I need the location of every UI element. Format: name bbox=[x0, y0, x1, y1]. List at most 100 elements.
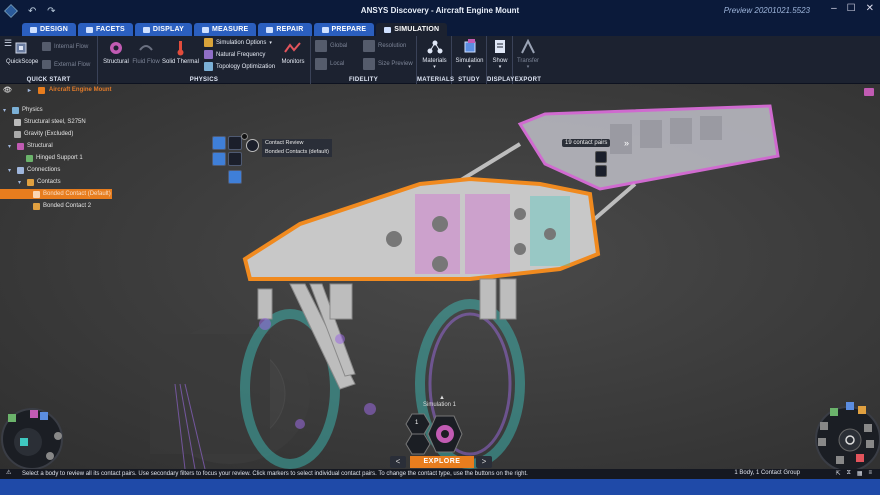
facets-icon bbox=[86, 26, 94, 33]
tree-item-structural[interactable]: ▾ Structural bbox=[8, 141, 53, 151]
tree-item-hinged-support[interactable]: Hinged Support 1 bbox=[26, 153, 83, 163]
contact-filter-button-4[interactable] bbox=[228, 152, 242, 166]
previous-stage-button[interactable]: < bbox=[390, 456, 406, 468]
contacts-icon bbox=[27, 178, 34, 186]
tree-item-material[interactable]: Structural steel, S275N bbox=[14, 117, 86, 127]
next-stage-button[interactable]: > bbox=[476, 456, 492, 468]
simulation-options-button[interactable]: Simulation Options ▾ bbox=[204, 38, 272, 47]
topology-optimization-button[interactable]: Topology Optimization bbox=[204, 62, 275, 71]
materials-button[interactable]: Materials ▾ bbox=[419, 39, 450, 70]
contact-filter-button-1[interactable] bbox=[212, 136, 226, 150]
simulation-label: Simulation 1 bbox=[423, 402, 457, 408]
repair-icon bbox=[266, 26, 274, 33]
tab-facets[interactable]: Facets bbox=[78, 23, 133, 36]
explore-mode-label[interactable]: EXPLORE bbox=[410, 456, 474, 468]
expand-pairs-icon[interactable]: » bbox=[624, 138, 629, 148]
tree-item-bonded-contact-default[interactable]: Bonded Contact (Default) bbox=[0, 189, 112, 199]
group-label-fidelity: FIDELITY bbox=[348, 77, 379, 83]
status-menu-icon[interactable]: ≡ bbox=[868, 470, 872, 477]
3d-viewport[interactable]: 👁 ▸ Aircraft Engine Mount ▾ Physics Struc… bbox=[0, 84, 880, 469]
physics-icon bbox=[12, 106, 19, 114]
tab-measure[interactable]: Measure bbox=[193, 23, 257, 36]
contact-pairs-count[interactable]: 19 contact pairs bbox=[562, 139, 611, 147]
group-label-export: EXPORT bbox=[514, 77, 542, 83]
group-label-quick-start: QUICK START bbox=[26, 77, 71, 83]
tab-repair[interactable]: Repair bbox=[258, 23, 312, 36]
pin-icon[interactable] bbox=[241, 133, 248, 140]
filter-icon[interactable]: ⧖ bbox=[847, 470, 851, 477]
fluid-flow-button[interactable]: Fluid Flow bbox=[132, 40, 160, 65]
quick-access-toolbar[interactable]: ↶ ↷ bbox=[28, 6, 60, 17]
group-display: Show ▾ DISPLAY bbox=[487, 36, 514, 84]
eye-icon[interactable]: 👁 bbox=[3, 86, 12, 94]
internal-flow-icon bbox=[42, 42, 51, 51]
bonded-type-button[interactable] bbox=[595, 151, 607, 163]
internal-flow-button[interactable]: Internal Flow bbox=[42, 42, 88, 51]
contact-review-tooltip: Contact Review Bonded Contacts (default) bbox=[262, 139, 332, 157]
window-controls: – ☐ ✕ bbox=[831, 3, 874, 14]
group-label-physics: PHYSICS bbox=[189, 77, 219, 83]
tree-item-contacts[interactable]: ▾ Contacts bbox=[18, 177, 61, 187]
selection-summary: 1 Body, 1 Contact Group bbox=[734, 470, 800, 476]
tree-item-bonded-contact-2[interactable]: Bonded Contact 2 bbox=[33, 201, 91, 211]
view-orientation-wheel[interactable] bbox=[0, 394, 70, 469]
tree-item-physics[interactable]: ▾ Physics bbox=[3, 105, 43, 115]
natural-frequency-icon bbox=[204, 50, 213, 59]
topology-icon bbox=[204, 62, 213, 71]
render-mode-icon[interactable] bbox=[864, 88, 874, 96]
fluid-flow-icon bbox=[139, 45, 153, 51]
magenta-contact-face-2 bbox=[465, 194, 510, 274]
status-icons: ⇱ ⧖ ▦ ≡ bbox=[836, 470, 872, 477]
external-flow-button[interactable]: External Flow bbox=[42, 60, 90, 69]
group-export: Transfer ▾ EXPORT bbox=[513, 36, 543, 84]
global-fidelity-button[interactable]: Global bbox=[315, 40, 347, 52]
pair-type-buttons bbox=[595, 151, 607, 179]
solid-thermal-button[interactable]: Solid Thermal bbox=[162, 40, 199, 65]
tab-design[interactable]: Design bbox=[22, 23, 77, 36]
no-separation-type-button[interactable] bbox=[595, 165, 607, 177]
assembly-icon bbox=[37, 86, 45, 94]
contact-filter-button-3[interactable] bbox=[212, 152, 226, 166]
simulation-hex-controls[interactable] bbox=[402, 412, 488, 456]
minimize-button[interactable]: – bbox=[831, 3, 837, 14]
simulation-study-button[interactable]: Simulation ▾ bbox=[454, 39, 485, 70]
bonded-contact-icon bbox=[33, 190, 40, 198]
monitors-button[interactable]: Monitors bbox=[278, 40, 308, 65]
ribbon: ☰ QuickScope Internal Flow External Flow… bbox=[0, 36, 880, 84]
size-preview-button[interactable]: Size Preview bbox=[363, 58, 413, 70]
close-button[interactable]: ✕ bbox=[866, 3, 874, 14]
quickscope-button[interactable]: QuickScope bbox=[6, 42, 38, 65]
app-window: ↶ ↷ ANSYS Discovery - Aircraft Engine Mo… bbox=[0, 0, 880, 495]
natural-frequency-button[interactable]: Natural Frequency bbox=[204, 50, 265, 59]
explore-controls: ▲ Simulation 1 1 < EXPLORE > bbox=[388, 395, 498, 469]
contact-filter-button-2[interactable] bbox=[228, 136, 242, 150]
tree-root-label[interactable]: Aircraft Engine Mount bbox=[49, 87, 112, 93]
group-fidelity: Global Local Resolution Size Preview FID… bbox=[311, 36, 417, 84]
grid-icon[interactable]: ▦ bbox=[857, 470, 863, 477]
display-icon bbox=[142, 26, 150, 33]
show-button[interactable]: Show ▾ bbox=[488, 39, 512, 70]
transfer-button[interactable]: Transfer ▾ bbox=[514, 39, 542, 70]
prepare-icon bbox=[321, 26, 329, 33]
local-fidelity-button[interactable]: Local bbox=[315, 58, 344, 70]
group-label-materials: MATERIALS bbox=[417, 77, 455, 83]
maximize-button[interactable]: ☐ bbox=[847, 3, 856, 14]
resolution-button[interactable]: Resolution bbox=[363, 40, 406, 52]
tab-display[interactable]: Display bbox=[134, 23, 192, 36]
contact-review-icon[interactable] bbox=[246, 139, 259, 152]
material-icon bbox=[14, 118, 21, 126]
structural-button[interactable]: Structural bbox=[102, 40, 130, 65]
group-physics: Structural Fluid Flow Solid Thermal Simu… bbox=[98, 36, 311, 84]
options-icon bbox=[204, 38, 213, 47]
caret-up-icon[interactable]: ▲ bbox=[439, 395, 445, 401]
tool-selection-wheel[interactable] bbox=[808, 394, 880, 469]
tab-simulation[interactable]: Simulation bbox=[376, 23, 448, 36]
contact-filter-button-5[interactable] bbox=[228, 170, 242, 184]
tree-item-connections[interactable]: ▾ Connections bbox=[8, 165, 60, 175]
connections-icon bbox=[17, 166, 24, 174]
tree-item-gravity[interactable]: Gravity (Excluded) bbox=[14, 129, 73, 139]
quickscope-icon bbox=[15, 42, 27, 54]
expand-icon[interactable]: ▸ bbox=[28, 87, 34, 94]
tab-prepare[interactable]: Prepare bbox=[313, 23, 375, 36]
select-mode-icon[interactable]: ⇱ bbox=[836, 470, 841, 477]
